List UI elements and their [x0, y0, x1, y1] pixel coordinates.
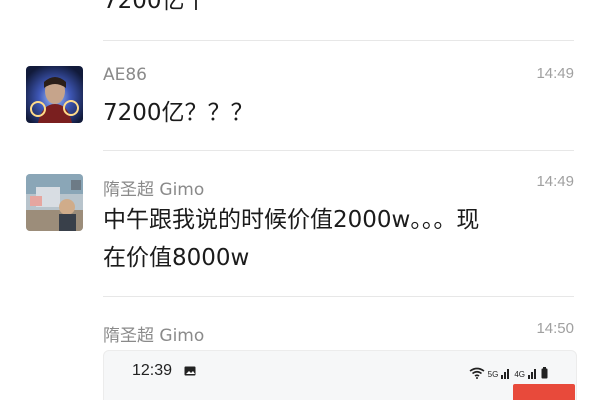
- avatar-image-icon: [26, 66, 83, 123]
- avatar[interactable]: [26, 174, 83, 231]
- message-time: 14:50: [536, 320, 574, 337]
- message-divider: [103, 40, 574, 41]
- avatar-image-icon: [26, 174, 83, 231]
- battery-icon: [541, 367, 548, 379]
- previous-message-text: 7200亿个: [103, 0, 208, 14]
- message-time: 14:49: [536, 65, 574, 82]
- chat-screen: 7200亿个 AE86 14:49 7200亿？？？ 隋圣超 Gimo 14:4…: [0, 0, 600, 400]
- message-text[interactable]: 中午跟我说的时候价值2000w。。。现 在价值8000w: [103, 201, 563, 277]
- message-time: 14:49: [536, 173, 574, 190]
- embedded-screenshot[interactable]: 12:39 5G 4G: [103, 350, 577, 400]
- embedded-status-time: 12:39: [132, 362, 173, 379]
- signal-icon: [528, 369, 536, 379]
- sender-name: AE86: [103, 65, 148, 85]
- wifi-icon: [469, 367, 485, 379]
- signal-icon: [501, 369, 510, 379]
- sender-name: 隋圣超 Gimo: [103, 326, 205, 346]
- watermark: [513, 384, 575, 400]
- message-divider: [103, 150, 574, 151]
- sender-name: 隋圣超 Gimo: [103, 180, 205, 200]
- avatar[interactable]: [26, 66, 83, 123]
- message-divider: [103, 296, 574, 297]
- network-label: 5G: [487, 370, 499, 379]
- message-text[interactable]: 7200亿？？？: [103, 94, 563, 132]
- status-icons: 5G 4G: [469, 363, 548, 379]
- network-label: 4G: [514, 370, 525, 379]
- image-icon: [184, 366, 196, 376]
